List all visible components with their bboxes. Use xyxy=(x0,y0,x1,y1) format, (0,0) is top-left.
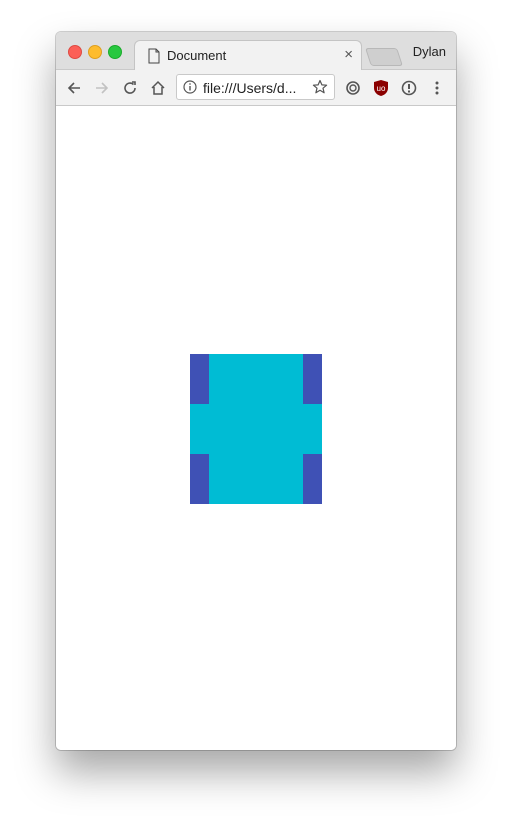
info-extension-button[interactable] xyxy=(397,76,421,100)
reload-icon xyxy=(124,81,136,94)
shape-corner-bottom-right xyxy=(303,454,322,504)
minimize-window-button[interactable] xyxy=(88,45,102,59)
forward-button[interactable] xyxy=(90,76,114,100)
ublock-shield-icon: uo xyxy=(374,80,388,96)
new-tab-button[interactable] xyxy=(365,48,403,66)
info-circle-extension-icon xyxy=(401,80,417,96)
page-content xyxy=(56,106,456,750)
zoom-window-button[interactable] xyxy=(108,45,122,59)
sync-extension-icon xyxy=(346,81,360,95)
tab-document[interactable]: Document × xyxy=(134,40,362,70)
home-button[interactable] xyxy=(146,76,170,100)
home-icon xyxy=(151,80,165,95)
shape-corner-top-left xyxy=(190,354,209,404)
title-bar: Document × Dylan xyxy=(56,32,456,70)
browser-menu-button[interactable] xyxy=(425,76,449,100)
profile-name[interactable]: Dylan xyxy=(413,44,446,59)
sync-extension-button[interactable] xyxy=(341,76,365,100)
star-icon[interactable] xyxy=(312,79,328,95)
document-page-icon xyxy=(148,48,160,64)
address-bar[interactable]: file:///Users/d... xyxy=(176,74,335,100)
browser-toolbar: file:///Users/d... uo xyxy=(56,70,456,106)
ublock-extension-button[interactable]: uo xyxy=(369,76,393,100)
shape-corner-top-right xyxy=(303,354,322,404)
back-button[interactable] xyxy=(62,76,86,100)
close-icon[interactable]: × xyxy=(344,46,353,63)
address-url: file:///Users/d... xyxy=(203,80,297,96)
arrow-left-icon xyxy=(67,82,80,94)
browser-window: Document × Dylan file:///Users/d... uo xyxy=(56,32,456,750)
shape-corner-bottom-left xyxy=(190,454,209,504)
info-icon[interactable] xyxy=(183,80,197,94)
tab-title: Document xyxy=(167,48,227,63)
arrow-right-icon xyxy=(96,82,109,94)
svg-text:uo: uo xyxy=(377,84,386,93)
reload-button[interactable] xyxy=(118,76,142,100)
kebab-menu-icon xyxy=(435,81,439,95)
close-window-button[interactable] xyxy=(68,45,82,59)
layout-shape xyxy=(190,354,322,504)
